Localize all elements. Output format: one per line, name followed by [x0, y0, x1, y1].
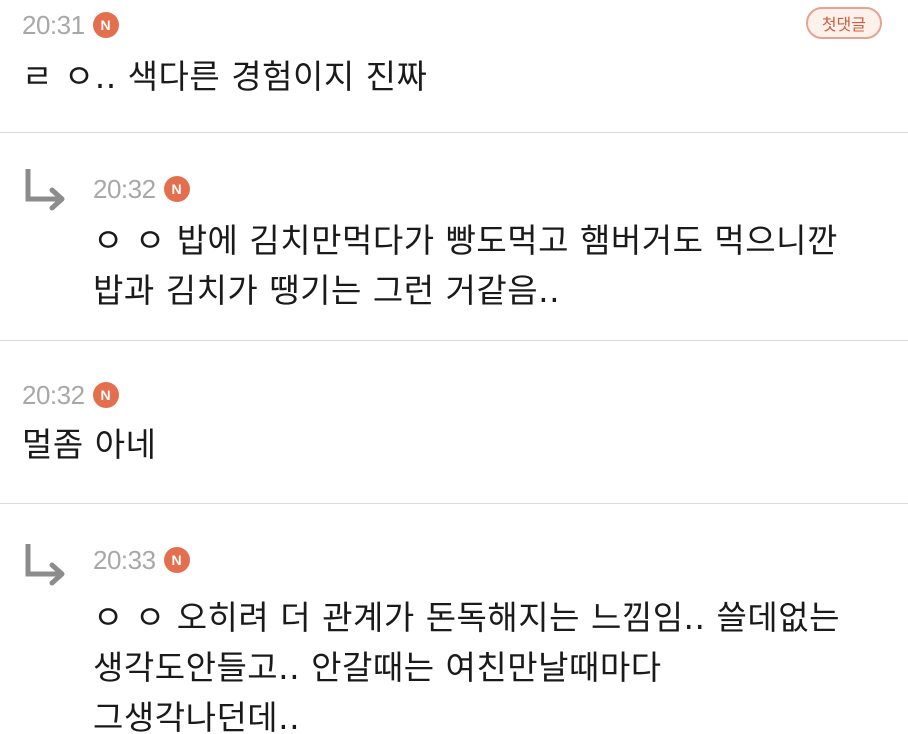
comment-text: ㅇ ㅇ 오히려 더 관계가 돈독해지는 느낌임.. 쓸데없는 생각도안들고.. … [93, 593, 840, 734]
comment-text-line: ㅇ ㅇ 오히려 더 관계가 돈독해지는 느낌임.. 쓸데없는 [93, 598, 840, 637]
comment-item[interactable]: 20:31 N 첫댓글 ㄹ ㅇ.. 색다른 경험이지 진짜 [0, 0, 908, 133]
comment-time: 20:32 [93, 173, 156, 204]
comment-text-line: ㄹ ㅇ.. 색다른 경험이지 진짜 [22, 57, 428, 96]
comment-item[interactable]: 20:32 N 멀좀 아네 [0, 341, 908, 504]
reply-comment-item[interactable]: 20:32 N ㅇ ㅇ 밥에 김치만먹다가 빵도먹고 햄버거도 먹으니깐 밥과 … [0, 133, 908, 341]
comment-text-line: 그생각나던데.. [93, 698, 301, 734]
comment-text: ㅇ ㅇ 밥에 김치만먹다가 빵도먹고 햄버거도 먹으니깐 밥과 김치가 땡기는 … [93, 216, 838, 316]
comment-text: ㄹ ㅇ.. 색다른 경험이지 진짜 [22, 52, 427, 102]
reply-arrow-icon [25, 544, 65, 586]
comment-text-line: 밥과 김치가 땡기는 그런 거같음.. [93, 271, 561, 310]
first-comment-badge: 첫댓글 [805, 7, 882, 39]
comment-text-line: 생각도안들고.. 안갈때는 여친만날때마다 [93, 648, 662, 687]
new-badge: N [92, 12, 119, 38]
new-badge: N [92, 382, 119, 408]
comment-time: 20:33 [93, 544, 156, 575]
comment-meta: 20:32 N [22, 378, 119, 412]
comment-time: 20:32 [22, 379, 85, 410]
comment-text-line: ㅇ ㅇ 밥에 김치만먹다가 빵도먹고 햄버거도 먹으니깐 [93, 221, 838, 260]
new-badge: N [163, 547, 190, 573]
reply-comment-item[interactable]: 20:33 N ㅇ ㅇ 오히려 더 관계가 돈독해지는 느낌임.. 쓸데없는 생… [0, 504, 908, 734]
new-badge: N [163, 176, 190, 202]
reply-arrow-icon [25, 169, 65, 211]
comment-meta: 20:31 N [22, 8, 119, 42]
comment-time: 20:31 [22, 9, 85, 40]
comment-meta: 20:33 N [93, 543, 190, 577]
comment-text: 멀좀 아네 [22, 420, 156, 470]
comment-meta: 20:32 N [93, 172, 190, 206]
comment-text-line: 멀좀 아네 [22, 425, 157, 464]
